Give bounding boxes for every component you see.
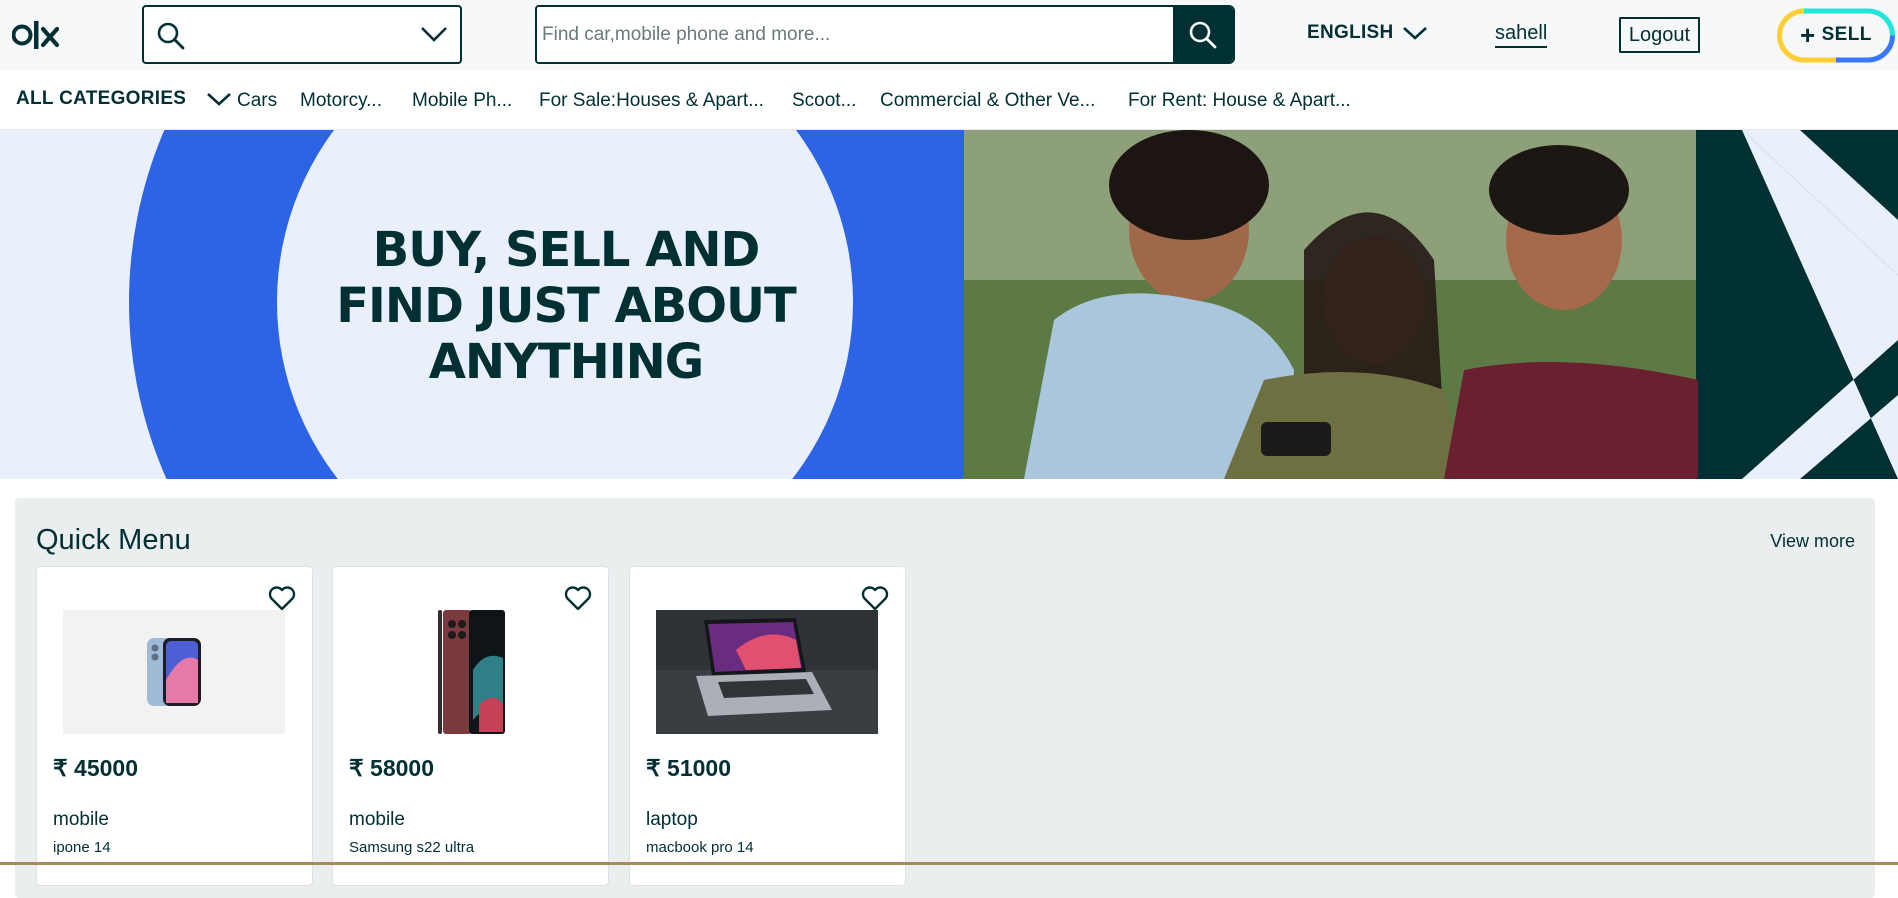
- product-price: ₹ 45000: [53, 755, 138, 781]
- iphone-image: [147, 638, 201, 706]
- hero-banner[interactable]: BUY, SELL AND FIND JUST ABOUT ANYTHING: [0, 130, 1898, 479]
- macbook-image: [656, 610, 878, 734]
- product-name: ipone 14: [53, 839, 111, 856]
- plus-icon: +: [1800, 20, 1816, 50]
- banner-headline-line3: ANYTHING: [428, 334, 704, 390]
- search-bar: [535, 5, 1235, 64]
- all-categories-button[interactable]: ALL CATEGORIES: [16, 88, 232, 110]
- product-image: [359, 610, 581, 734]
- logout-button[interactable]: Logout: [1619, 17, 1700, 53]
- product-price: ₹ 58000: [349, 755, 434, 781]
- category-link-mobile-phones[interactable]: Mobile Ph...: [412, 90, 512, 112]
- location-search-box[interactable]: [142, 5, 462, 64]
- product-category: laptop: [646, 809, 698, 830]
- sell-button[interactable]: + SELL: [1776, 8, 1896, 63]
- search-icon: [1189, 21, 1217, 48]
- search-input[interactable]: [537, 7, 1175, 62]
- category-link-houses-for-rent[interactable]: For Rent: House & Apart...: [1128, 90, 1351, 112]
- category-bar: ALL CATEGORIES Cars Motorcy... Mobile Ph…: [0, 70, 1898, 130]
- chevron-down-icon[interactable]: [420, 25, 448, 43]
- product-name: Samsung s22 ultra: [349, 839, 475, 856]
- sell-label: SELL: [1821, 24, 1872, 45]
- banner-headline-line2: FIND JUST ABOUT: [336, 278, 797, 334]
- top-header: ENGLISH sahell Logout + SELL: [0, 0, 1898, 70]
- product-card[interactable]: ₹ 45000 mobile ipone 14: [36, 566, 313, 886]
- product-card[interactable]: ₹ 51000 laptop macbook pro 14: [629, 566, 906, 886]
- chevron-down-icon: [207, 93, 232, 106]
- category-link-motorcycles[interactable]: Motorcy...: [300, 90, 382, 112]
- category-link-cars[interactable]: Cars: [237, 90, 277, 112]
- username-link[interactable]: sahell: [1495, 22, 1548, 48]
- all-categories-label: ALL CATEGORIES: [16, 88, 187, 109]
- language-selector[interactable]: ENGLISH: [1307, 22, 1428, 44]
- banner-headline: BUY, SELL AND FIND JUST ABOUT ANYTHING: [290, 222, 842, 390]
- product-price: ₹ 51000: [646, 755, 731, 781]
- product-image: [656, 610, 878, 734]
- olx-logo[interactable]: [12, 18, 68, 52]
- heart-icon[interactable]: [861, 585, 889, 611]
- banner-headline-line1: BUY, SELL AND: [372, 222, 761, 278]
- product-category: mobile: [53, 809, 109, 830]
- quick-menu-title: Quick Menu: [36, 524, 191, 556]
- search-icon: [157, 22, 185, 50]
- category-link-scooters[interactable]: Scoot...: [792, 90, 856, 112]
- heart-icon[interactable]: [564, 585, 592, 611]
- category-link-commercial-vehicles[interactable]: Commercial & Other Ve...: [880, 90, 1095, 112]
- samsung-phone-image: [438, 610, 505, 734]
- product-card[interactable]: ₹ 58000 mobile Samsung s22 ultra: [332, 566, 609, 886]
- search-button[interactable]: [1173, 7, 1233, 62]
- view-more-link[interactable]: View more: [1770, 531, 1855, 552]
- quick-menu-section: Quick Menu View more ₹ 45000 mobile ipon…: [15, 498, 1875, 898]
- banner-photo-people: [1024, 130, 1698, 479]
- chevron-down-icon: [1402, 27, 1427, 40]
- language-label: ENGLISH: [1307, 22, 1394, 43]
- sell-label-wrap: + SELL: [1800, 20, 1872, 50]
- heart-icon[interactable]: [268, 585, 296, 611]
- product-image: [63, 610, 285, 734]
- category-link-houses-for-sale[interactable]: For Sale:Houses & Apart...: [539, 90, 764, 112]
- product-category: mobile: [349, 809, 405, 830]
- product-name: macbook pro 14: [646, 839, 754, 856]
